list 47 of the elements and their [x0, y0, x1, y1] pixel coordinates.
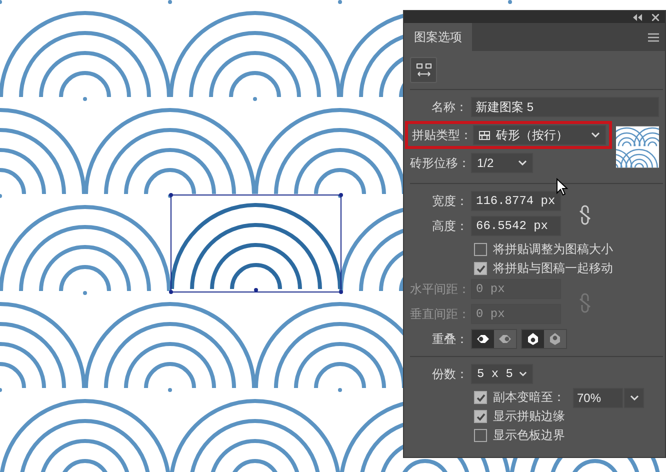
height-field[interactable]: 66.5542 px: [471, 216, 561, 236]
tile-type-label: 拼贴类型：: [412, 126, 470, 144]
brick-grid-icon: [479, 130, 490, 140]
checkbox[interactable]: [474, 429, 487, 442]
checkbox-label: 副本变暗至：: [493, 389, 565, 406]
vertical-spacing-label: 垂直间距：: [410, 306, 468, 322]
name-field[interactable]: 新建图案 5: [470, 97, 659, 117]
overlap-button[interactable]: [522, 330, 544, 348]
name-label: 名称：: [430, 98, 468, 116]
brick-offset-dropdown[interactable]: 1/2: [471, 153, 533, 173]
copies-label: 份数：: [431, 366, 468, 382]
height-label: 高度：: [431, 218, 468, 234]
checkbox[interactable]: [474, 410, 487, 423]
brick-offset-label: 砖形位移：: [410, 154, 468, 172]
collapse-icon[interactable]: [633, 14, 642, 20]
overlap-button[interactable]: [472, 330, 494, 348]
tile-type-dropdown[interactable]: 砖形（按行）: [473, 125, 606, 145]
tile-edit-button[interactable]: [410, 57, 437, 83]
width-field[interactable]: 116.8774 px: [471, 191, 561, 211]
broken-link-icon[interactable]: [579, 205, 591, 225]
caret-icon: [519, 371, 527, 377]
copies-dropdown[interactable]: 5 x 5: [471, 364, 533, 384]
vertical-overlap-icon: [548, 333, 562, 345]
selection-rectangle[interactable]: [169, 193, 343, 294]
caret-icon: [630, 394, 638, 400]
width-label: 宽度：: [431, 192, 468, 210]
checkbox-label: 将拼贴与图稿一起移动: [493, 260, 613, 277]
panel-tab[interactable]: 图案选项: [404, 23, 472, 51]
horizontal-overlap-icon: [498, 333, 512, 345]
overlap-label: 重叠：: [431, 330, 468, 348]
checkbox-label: 显示拼贴边缘: [493, 408, 565, 425]
caret-icon: [518, 160, 527, 166]
dropdown-button[interactable]: [624, 388, 644, 408]
horizontal-overlap-icon: [476, 333, 490, 345]
checkbox-label: 将拼贴调整为图稿大小: [493, 241, 613, 258]
horizontal-spacing-label: 水平间距：: [410, 280, 468, 298]
checkbox[interactable]: [474, 391, 487, 404]
tile-resize-icon: [416, 63, 432, 77]
cursor-icon: [556, 178, 568, 196]
checkbox[interactable]: [474, 243, 487, 256]
menu-icon[interactable]: [648, 32, 659, 42]
dim-percent-field[interactable]: 70%: [573, 388, 623, 408]
vertical-overlap-icon: [526, 333, 540, 345]
close-icon[interactable]: [652, 14, 659, 20]
checkbox[interactable]: [474, 262, 487, 275]
checkbox-label: 显示色板边界: [493, 427, 565, 444]
caret-icon: [591, 132, 600, 138]
